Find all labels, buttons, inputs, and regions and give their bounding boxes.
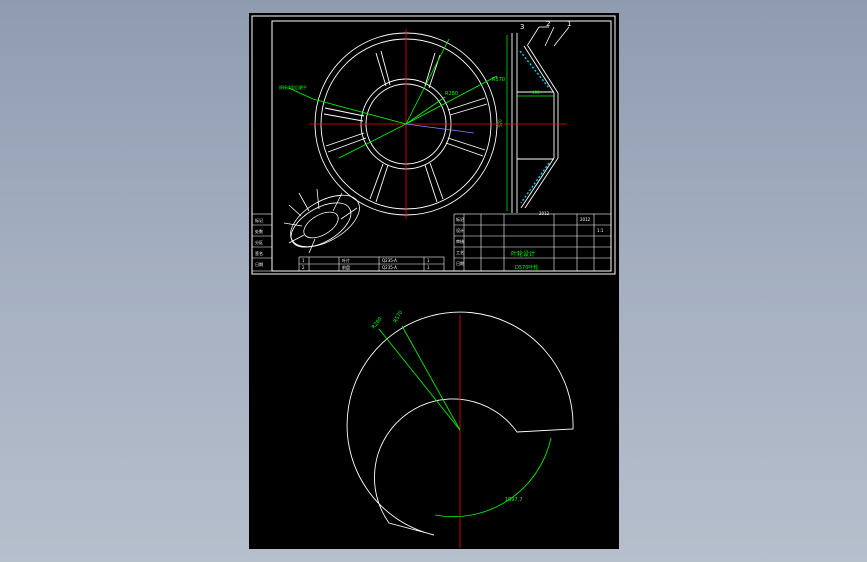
svg-text:1: 1 [302, 258, 305, 263]
impeller-isometric-view [283, 188, 360, 254]
drawing-sheet[interactable]: 3 2 1 R570 R280 焊接成型后磨平 190 570 2012 标记 … [249, 13, 619, 549]
drawing-canvas: 3 2 1 R570 R280 焊接成型后磨平 190 570 2012 标记 … [251, 15, 616, 548]
blade-axis-line [405, 123, 475, 134]
leader-note: 焊接成型后磨平 [279, 84, 307, 90]
svg-text:审核: 审核 [456, 238, 464, 244]
side-section-dimensions [506, 35, 554, 211]
arc-length-dim [434, 437, 552, 518]
title-code-a: 2012 [580, 217, 591, 222]
drawing-title: 叶轮设计 [511, 250, 535, 258]
svg-text:Q235-A: Q235-A [382, 265, 397, 270]
left-strip-labels: 标记 处数 分区 签名 日期 [255, 217, 263, 267]
svg-text:日期: 日期 [255, 261, 263, 267]
svg-text:设计: 设计 [456, 227, 464, 233]
side-bottom-note: 2012 [539, 211, 550, 216]
balloon-3: 1 [567, 20, 571, 28]
flat-inner-radius-label: R280 [371, 316, 384, 330]
balloon-2: 2 [546, 20, 550, 28]
title-code-b: 1:1 [597, 228, 604, 233]
side-section-hatching [519, 50, 550, 204]
title-block [453, 213, 612, 272]
svg-text:1: 1 [427, 265, 430, 270]
svg-text:叶片: 叶片 [342, 257, 350, 263]
svg-text:工艺: 工艺 [456, 250, 464, 255]
svg-text:处数: 处数 [255, 228, 263, 234]
flat-pattern-dimensions [378, 325, 552, 518]
bom-row-1: 1 叶片 Q235-A 1 [302, 257, 430, 263]
svg-text:签名: 签名 [255, 250, 263, 256]
inner-frame [271, 20, 612, 272]
outer-radius-label: R570 [492, 77, 505, 83]
svg-text:日期: 日期 [456, 260, 464, 266]
flat-outer-radius-label: R570 [393, 310, 405, 324]
inner-radius-label: R280 [445, 91, 458, 97]
svg-text:分区: 分区 [255, 239, 263, 245]
svg-text:标记: 标记 [456, 216, 464, 222]
svg-text:2: 2 [302, 265, 305, 270]
balloon-1: 3 [520, 23, 524, 31]
height-dim-label: 570 [498, 119, 503, 127]
arc-length-label: 1097.7 [505, 497, 523, 503]
part-balloons: 3 2 1 [520, 20, 571, 47]
width-dim-label: 190 [532, 90, 540, 95]
impeller-blades [323, 50, 488, 203]
front-view-dimensions [288, 38, 498, 159]
svg-text:Q235-A: Q235-A [382, 258, 397, 263]
bom-row-2: 2 前盘 Q235-A 1 [302, 264, 430, 270]
bom-table [298, 256, 445, 272]
outer-frame [251, 15, 616, 275]
cad-viewport[interactable]: 3 2 1 R570 R280 焊接成型后磨平 190 570 2012 标记 … [0, 0, 867, 562]
drawing-subtitle: D570叶轮 [515, 264, 538, 271]
svg-text:前盘: 前盘 [342, 264, 350, 270]
impeller-side-section [511, 33, 559, 213]
svg-text:1: 1 [427, 258, 430, 263]
title-block-labels: 标记 设计 审核 工艺 日期 [456, 216, 464, 266]
svg-text:标记: 标记 [255, 217, 263, 223]
